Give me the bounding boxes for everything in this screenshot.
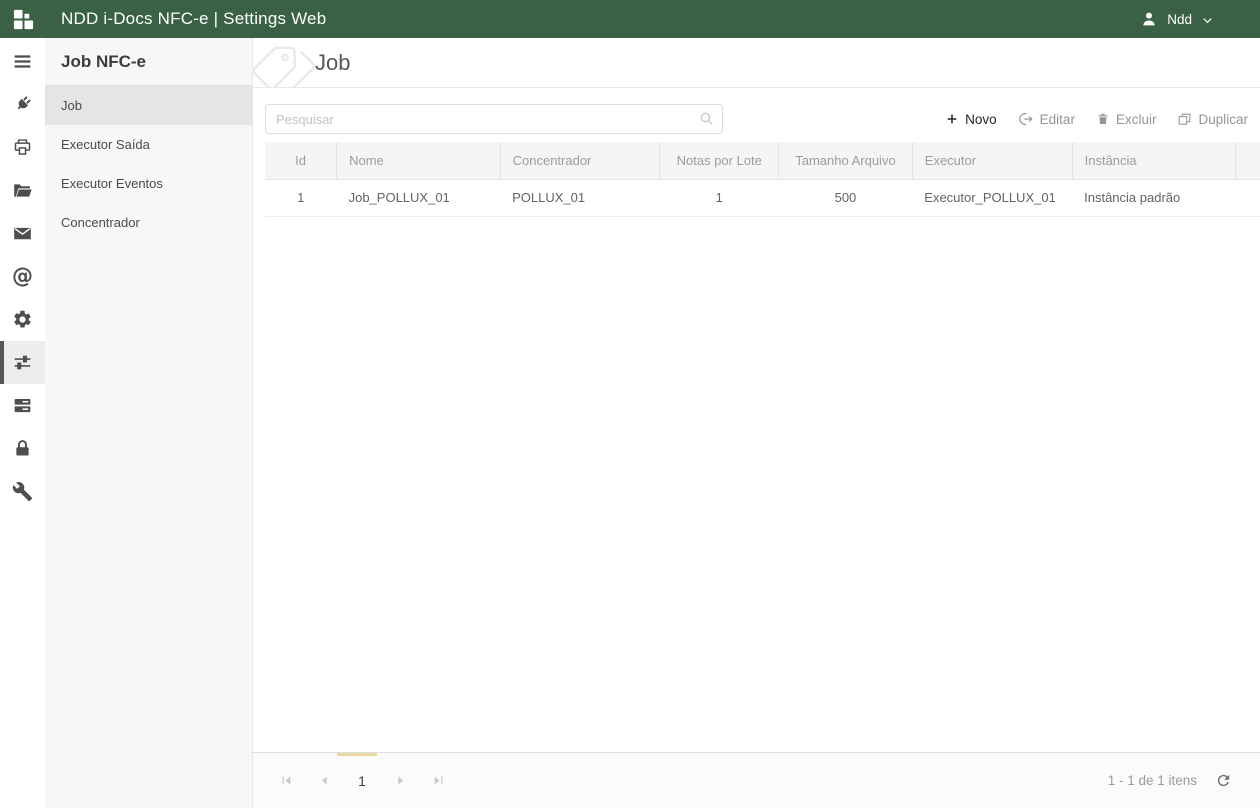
rail-item-folder-open[interactable] bbox=[0, 169, 45, 212]
app-grid-icon[interactable] bbox=[0, 8, 46, 31]
chevron-down-icon bbox=[1201, 12, 1214, 27]
pager-status: 1 - 1 de 1 itens bbox=[1108, 773, 1197, 788]
cell: 500 bbox=[779, 179, 913, 216]
data-grid: IdNomeConcentradorNotas por LoteTamanho … bbox=[265, 142, 1260, 217]
column-header-nome[interactable]: Nome bbox=[337, 142, 501, 179]
sidebar-menu: JobExecutor SaídaExecutor EventosConcent… bbox=[45, 86, 252, 242]
page-prev-icon[interactable] bbox=[305, 766, 343, 796]
tags-icon bbox=[253, 43, 319, 88]
current-page-indicator bbox=[337, 753, 377, 756]
cell bbox=[1235, 179, 1260, 216]
icon-rail: @ bbox=[0, 38, 45, 808]
envelope-icon bbox=[12, 223, 33, 244]
folder-open-icon bbox=[12, 180, 33, 201]
job-table: IdNomeConcentradorNotas por LoteTamanho … bbox=[265, 142, 1260, 217]
app-title: NDD i-Docs NFC-e | Settings Web bbox=[61, 9, 326, 29]
rail-item-plug[interactable] bbox=[0, 83, 45, 126]
page-title: Job bbox=[315, 50, 350, 76]
page-last-icon[interactable] bbox=[419, 766, 457, 796]
rail-item-server[interactable] bbox=[0, 384, 45, 427]
user-name: Ndd bbox=[1167, 12, 1192, 27]
plug-icon bbox=[12, 94, 33, 115]
column-header-instância[interactable]: Instância bbox=[1072, 142, 1235, 179]
rail-item-printer[interactable] bbox=[0, 126, 45, 169]
server-icon bbox=[12, 395, 33, 416]
user-menu[interactable]: Ndd bbox=[1140, 10, 1214, 28]
plus-icon bbox=[945, 112, 959, 126]
rail-item-hamburger-menu[interactable] bbox=[0, 40, 45, 83]
at-sign-icon: @ bbox=[12, 266, 33, 288]
pager-right: 1 - 1 de 1 itens bbox=[1108, 772, 1232, 789]
column-header-spacer bbox=[1235, 142, 1260, 179]
cell: Executor_POLLUX_01 bbox=[912, 179, 1072, 216]
user-icon bbox=[1140, 10, 1158, 28]
sidebar-item-job[interactable]: Job bbox=[45, 86, 252, 125]
sidebar-item-executor-saída[interactable]: Executor Saída bbox=[45, 125, 252, 164]
page-next-icon[interactable] bbox=[381, 766, 419, 796]
search-box bbox=[265, 104, 723, 134]
page-header: Job bbox=[253, 38, 1260, 88]
top-header: NDD i-Docs NFC-e | Settings Web Ndd bbox=[0, 0, 1260, 38]
sidebar-item-executor-eventos[interactable]: Executor Eventos bbox=[45, 164, 252, 203]
pager: 1 1 - 1 de 1 itens bbox=[253, 752, 1260, 808]
toolbar: Novo Editar Excluir Duplicar bbox=[265, 104, 1248, 134]
cell: Instância padrão bbox=[1072, 179, 1235, 216]
column-header-executor[interactable]: Executor bbox=[912, 142, 1072, 179]
column-header-id[interactable]: Id bbox=[265, 142, 337, 179]
rail-item-at-sign[interactable]: @ bbox=[0, 255, 45, 298]
rail-item-lock[interactable] bbox=[0, 427, 45, 470]
hamburger-menu-icon bbox=[12, 51, 33, 72]
cell: POLLUX_01 bbox=[500, 179, 660, 216]
search-input[interactable] bbox=[265, 104, 723, 134]
printer-icon bbox=[12, 137, 33, 158]
wrench-icon bbox=[12, 481, 33, 502]
gear-icon bbox=[12, 309, 33, 330]
sidebar-title: Job NFC-e bbox=[45, 38, 252, 86]
cell: 1 bbox=[265, 179, 337, 216]
sidebar-item-concentrador[interactable]: Concentrador bbox=[45, 203, 252, 242]
main-content: Job Novo Editar Excluir Duplicar IdNomeConc… bbox=[253, 38, 1260, 808]
rail-item-sliders[interactable] bbox=[0, 341, 45, 384]
edit-icon bbox=[1018, 111, 1034, 127]
table-row[interactable]: 1Job_POLLUX_01POLLUX_011500Executor_POLL… bbox=[265, 179, 1260, 216]
sidebar: Job NFC-e JobExecutor SaídaExecutor Even… bbox=[45, 38, 253, 808]
refresh-icon[interactable] bbox=[1215, 772, 1232, 789]
rail-item-envelope[interactable] bbox=[0, 212, 45, 255]
toolbar-actions: Novo Editar Excluir Duplicar bbox=[945, 111, 1248, 127]
novo-button[interactable]: Novo bbox=[945, 111, 997, 127]
column-header-concentrador[interactable]: Concentrador bbox=[500, 142, 660, 179]
pager-nav-after bbox=[381, 766, 457, 796]
column-header-tamanho-arquivo[interactable]: Tamanho Arquivo bbox=[779, 142, 913, 179]
duplicate-icon bbox=[1177, 112, 1192, 127]
cell: 1 bbox=[660, 179, 779, 216]
editar-button[interactable]: Editar bbox=[1018, 111, 1075, 127]
duplicar-button[interactable]: Duplicar bbox=[1177, 111, 1248, 127]
page-first-icon[interactable] bbox=[267, 766, 305, 796]
rail-item-gear[interactable] bbox=[0, 298, 45, 341]
column-header-notas-por-lote[interactable]: Notas por Lote bbox=[660, 142, 779, 179]
search-icon[interactable] bbox=[698, 110, 715, 127]
excluir-button[interactable]: Excluir bbox=[1096, 111, 1157, 127]
cell: Job_POLLUX_01 bbox=[337, 179, 501, 216]
rail-item-wrench[interactable] bbox=[0, 470, 45, 513]
sliders-icon bbox=[12, 352, 33, 373]
page-number[interactable]: 1 bbox=[343, 773, 381, 789]
pager-nav-before bbox=[267, 766, 343, 796]
trash-icon bbox=[1096, 112, 1110, 126]
lock-icon bbox=[12, 438, 33, 459]
